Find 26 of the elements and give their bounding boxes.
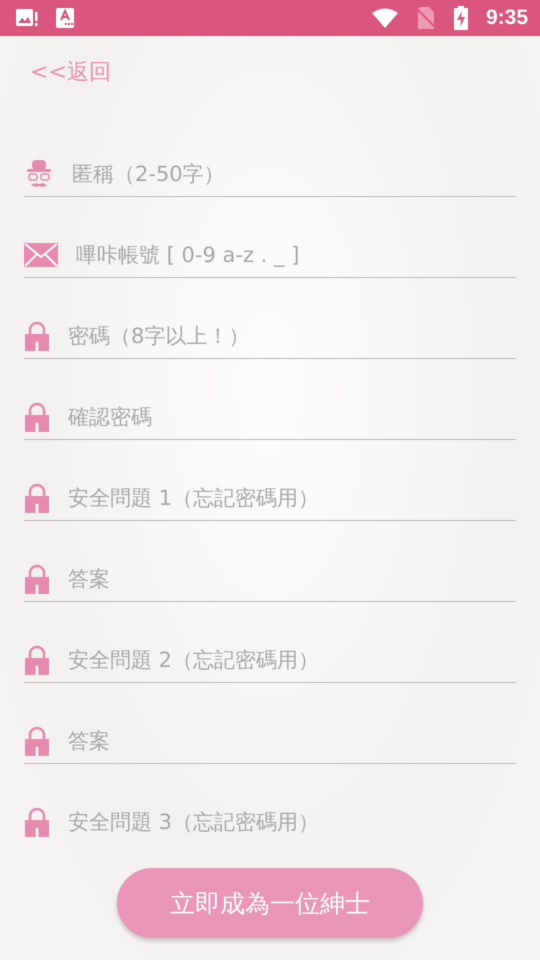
hat-glasses-icon	[24, 158, 54, 190]
back-link[interactable]: <<返回	[30, 58, 111, 88]
lock-icon	[24, 807, 50, 837]
image-alert-icon	[16, 8, 38, 28]
lock-icon	[24, 645, 50, 675]
lock-icon	[24, 483, 50, 513]
input-field[interactable]: 安全問題 3（忘記密碼用）	[68, 810, 516, 834]
lock-icon	[24, 321, 50, 351]
no-sim-icon	[416, 7, 436, 29]
input-field[interactable]: 答案	[68, 567, 516, 591]
input-field[interactable]: 安全問題 1（忘記密碼用）	[68, 486, 516, 510]
lock-icon	[24, 402, 50, 432]
battery-charging-icon	[454, 6, 468, 30]
lock-icon	[24, 726, 50, 756]
lock-icon	[24, 564, 50, 594]
input-field[interactable]: 匿稱（2-50字）	[72, 162, 516, 186]
input-field[interactable]: 密碼（8字以上！）	[68, 324, 516, 348]
input-field[interactable]: 答案	[68, 729, 516, 753]
wifi-icon	[372, 8, 398, 28]
register-button[interactable]: 立即成為一位紳士	[117, 868, 423, 938]
envelope-icon	[24, 243, 58, 267]
input-field[interactable]: 安全問題 2（忘記密碼用）	[68, 648, 516, 672]
input-field[interactable]: 嗶咔帳號 [ 0-9 a-z . _ ]	[76, 243, 516, 267]
clock-time: 9:35	[486, 6, 528, 30]
input-field[interactable]: 確認密碼	[68, 405, 516, 429]
text-app-icon	[56, 8, 74, 28]
